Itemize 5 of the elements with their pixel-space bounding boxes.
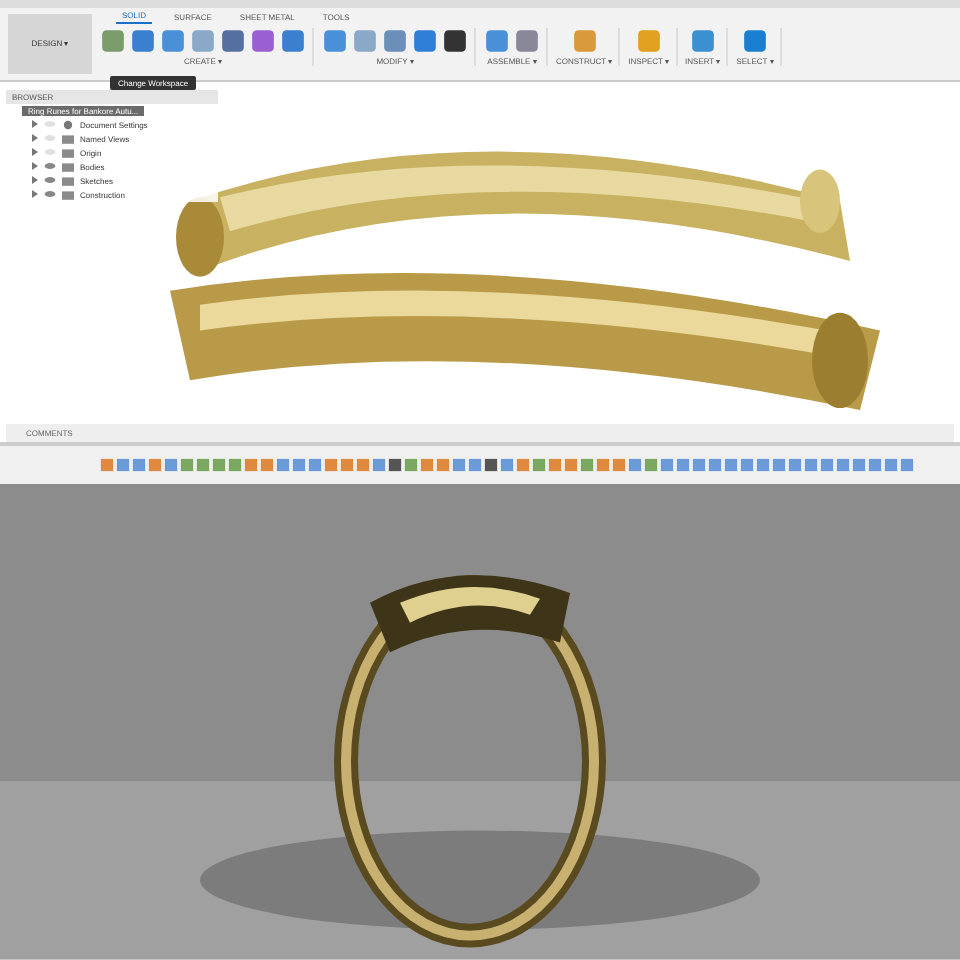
tool-icon[interactable] [442,28,468,54]
eye-icon[interactable] [44,176,56,185]
eye-icon[interactable] [44,162,56,171]
gear-icon [62,119,74,130]
eye-icon[interactable] [44,190,56,199]
